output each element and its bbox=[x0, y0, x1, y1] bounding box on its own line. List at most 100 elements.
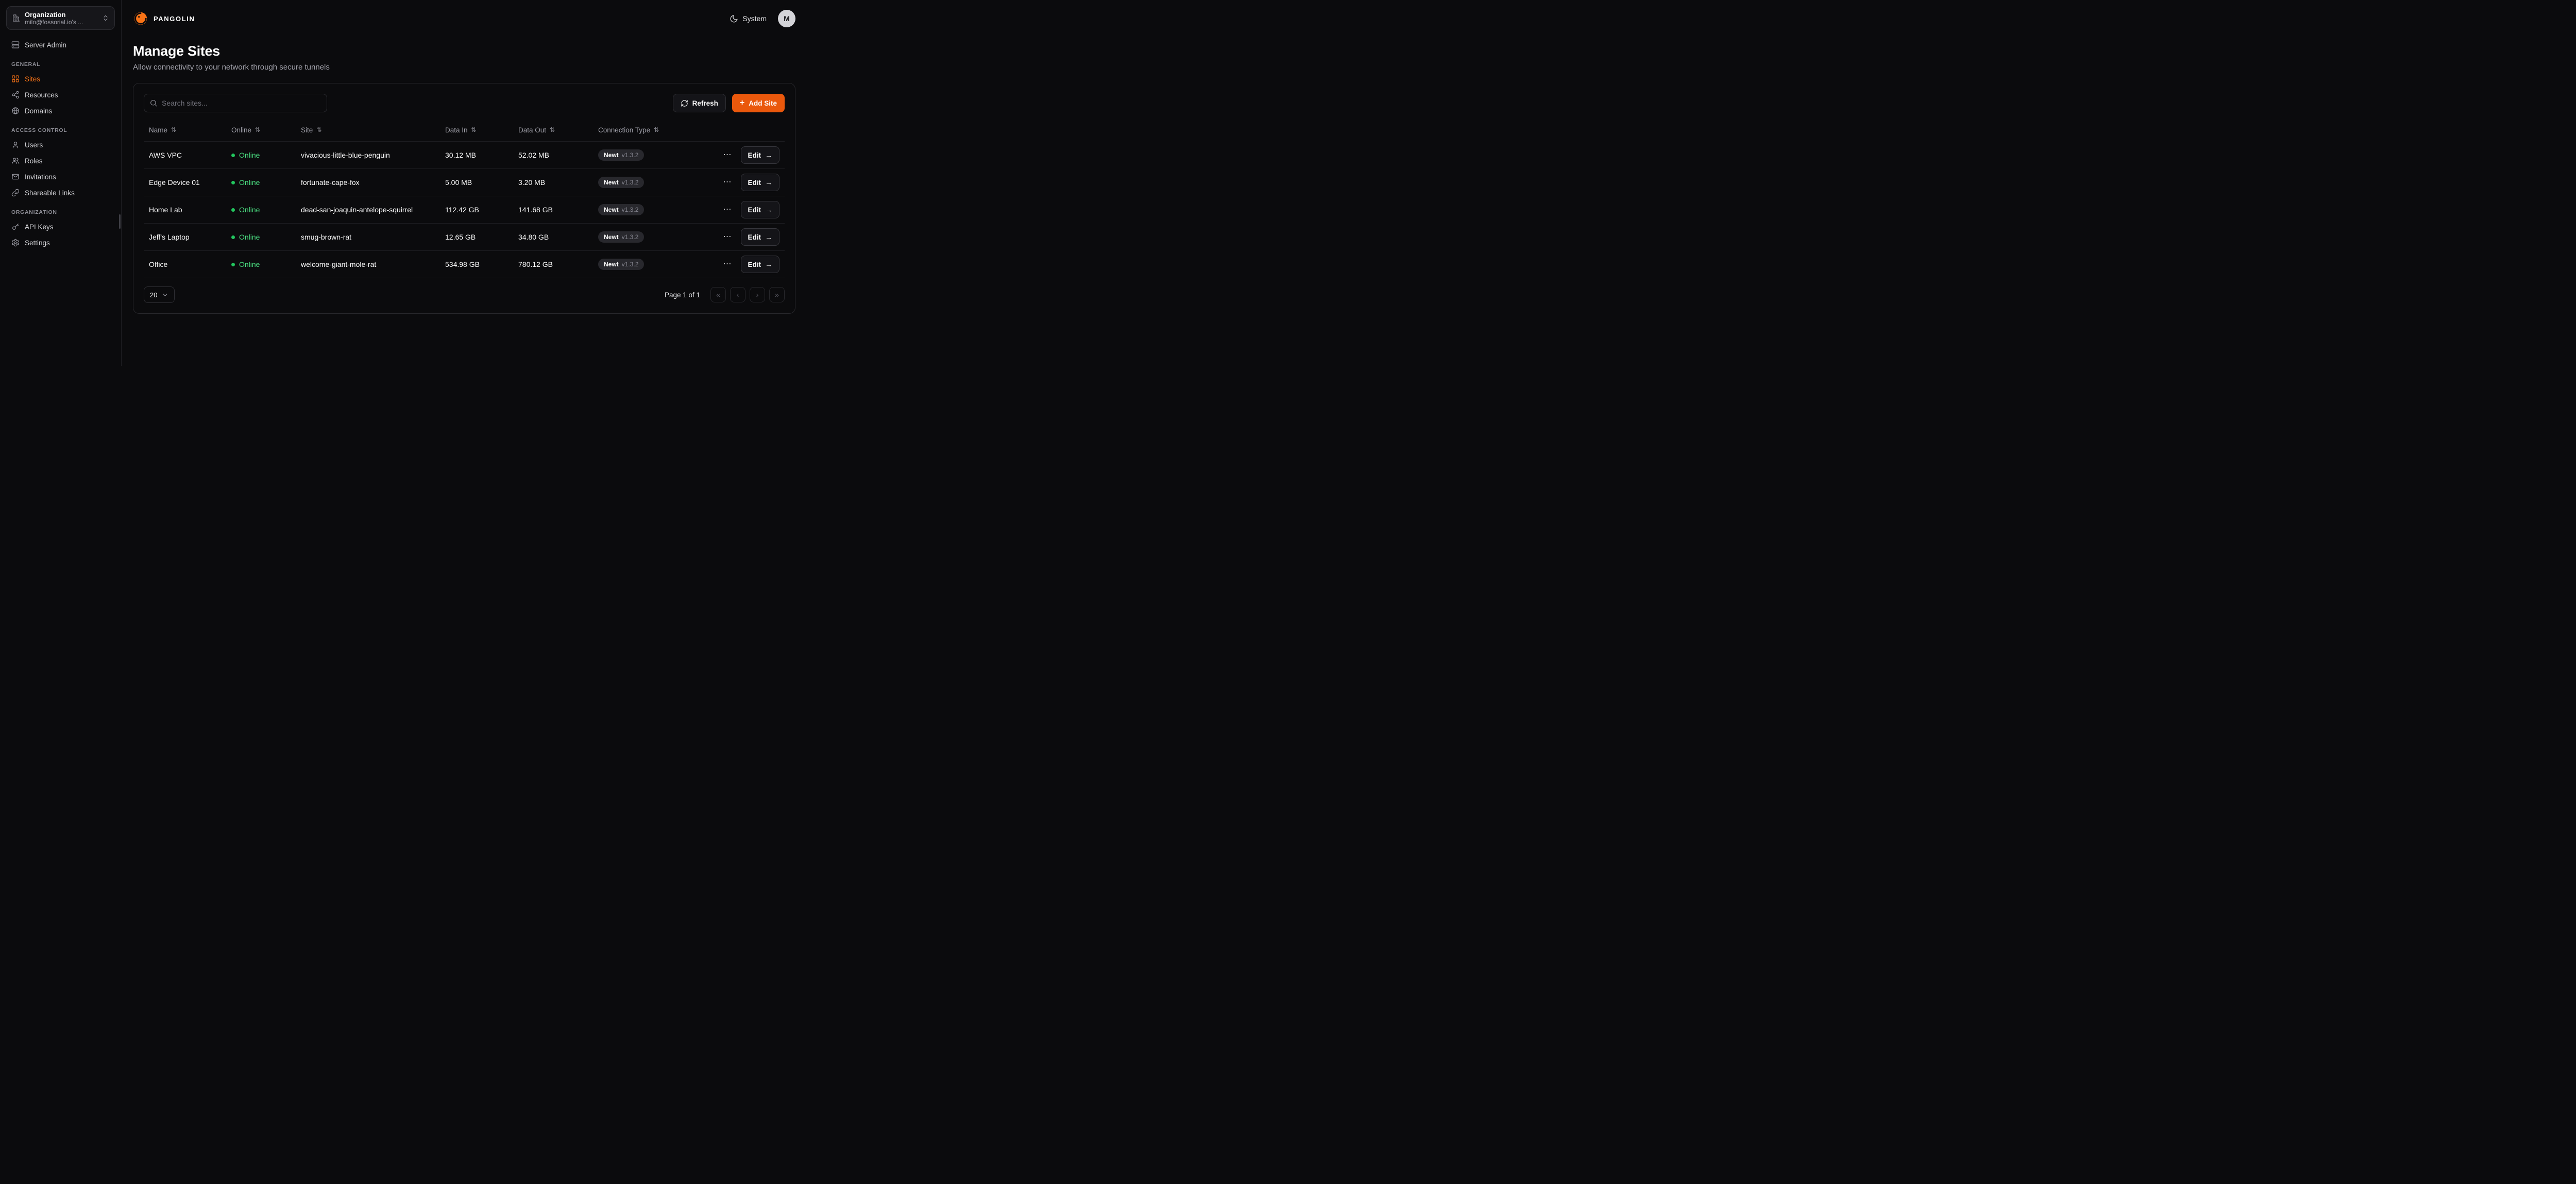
edit-label: Edit bbox=[748, 179, 761, 187]
sidebar-item-settings[interactable]: Settings bbox=[6, 235, 115, 250]
sidebar-item-invitations[interactable]: Invitations bbox=[6, 169, 115, 184]
last-page-button[interactable]: » bbox=[769, 287, 785, 302]
sidebar-item-label: Resources bbox=[25, 91, 58, 99]
row-menu-button[interactable]: ⋯ bbox=[721, 150, 734, 160]
sidebar-scrollbar[interactable] bbox=[119, 214, 121, 229]
row-menu-button[interactable]: ⋯ bbox=[721, 177, 734, 188]
connection-name: Newt bbox=[604, 233, 619, 241]
link-icon bbox=[11, 189, 20, 197]
connection-type-cell: Newt v1.3.2 bbox=[598, 204, 718, 215]
sidebar-item-label: Sites bbox=[25, 75, 40, 83]
arrow-right-icon: → bbox=[765, 260, 772, 268]
sidebar-item-users[interactable]: Users bbox=[6, 137, 115, 153]
data-in-cell: 112.42 GB bbox=[445, 206, 518, 214]
connection-version: v1.3.2 bbox=[622, 206, 639, 213]
users-icon bbox=[11, 157, 20, 165]
edit-button[interactable]: Edit → bbox=[741, 146, 780, 164]
edit-label: Edit bbox=[748, 261, 761, 268]
online-status-dot bbox=[231, 181, 235, 184]
online-status-label: Online bbox=[239, 233, 260, 241]
data-in-cell: 30.12 MB bbox=[445, 151, 518, 159]
section-label-general: GENERAL bbox=[6, 53, 115, 71]
connection-type-badge: Newt v1.3.2 bbox=[598, 204, 644, 215]
site-name-cell: Jeff's Laptop bbox=[149, 233, 231, 241]
sidebar-item-resources[interactable]: Resources bbox=[6, 87, 115, 103]
column-label: Site bbox=[301, 126, 313, 134]
page-size-value: 20 bbox=[150, 291, 157, 299]
refresh-button[interactable]: Refresh bbox=[673, 94, 726, 112]
sidebar-item-label: Users bbox=[25, 141, 43, 149]
org-text: Organization milo@fossorial.io's ... bbox=[25, 11, 97, 26]
page-subtitle: Allow connectivity to your network throu… bbox=[133, 63, 795, 72]
site-tunnel-name: vivacious-little-blue-penguin bbox=[301, 151, 445, 159]
sites-toolbar: Refresh + Add Site bbox=[144, 94, 785, 112]
toolbar-actions: Refresh + Add Site bbox=[673, 94, 785, 112]
connection-type-cell: Newt v1.3.2 bbox=[598, 231, 718, 243]
column-header-data-in[interactable]: Data In ⇅ bbox=[445, 126, 518, 134]
connection-type-cell: Newt v1.3.2 bbox=[598, 177, 718, 188]
sidebar-item-roles[interactable]: Roles bbox=[6, 153, 115, 168]
app-window: Organization milo@fossorial.io's ... Ser… bbox=[0, 0, 808, 366]
online-status: Online bbox=[231, 206, 301, 214]
topbar: PANGOLIN System M bbox=[122, 0, 808, 37]
sidebar-item-label: Settings bbox=[25, 239, 50, 247]
column-header-online[interactable]: Online ⇅ bbox=[231, 126, 301, 134]
add-site-button[interactable]: + Add Site bbox=[732, 94, 785, 112]
refresh-label: Refresh bbox=[692, 99, 718, 107]
sidebar-item-api-keys[interactable]: API Keys bbox=[6, 219, 115, 234]
first-page-button[interactable]: « bbox=[710, 287, 726, 302]
column-header-data-out[interactable]: Data Out ⇅ bbox=[518, 126, 598, 134]
sort-icon: ⇅ bbox=[255, 126, 260, 133]
building-icon bbox=[12, 14, 20, 22]
column-label: Data Out bbox=[518, 126, 546, 134]
sort-icon: ⇅ bbox=[171, 126, 176, 133]
column-header-connection-type[interactable]: Connection Type ⇅ bbox=[598, 126, 718, 134]
row-menu-button[interactable]: ⋯ bbox=[721, 205, 734, 215]
online-status-dot bbox=[231, 235, 235, 239]
online-status-dot bbox=[231, 154, 235, 157]
row-menu-button[interactable]: ⋯ bbox=[721, 232, 734, 242]
pangolin-logo bbox=[133, 11, 148, 26]
pagination-buttons: « ‹ › » bbox=[710, 287, 785, 302]
org-switcher[interactable]: Organization milo@fossorial.io's ... bbox=[6, 6, 115, 30]
row-actions: ⋯ Edit → bbox=[718, 256, 779, 273]
online-status: Online bbox=[231, 260, 301, 268]
edit-button[interactable]: Edit → bbox=[741, 174, 780, 191]
page-size-select[interactable]: 20 bbox=[144, 286, 175, 303]
row-actions: ⋯ Edit → bbox=[718, 201, 779, 218]
server-icon bbox=[11, 41, 20, 49]
prev-page-button[interactable]: ‹ bbox=[730, 287, 745, 302]
brand: PANGOLIN bbox=[133, 11, 195, 26]
sidebar-item-label: Server Admin bbox=[25, 41, 66, 49]
theme-toggle[interactable]: System bbox=[730, 14, 767, 23]
edit-label: Edit bbox=[748, 151, 761, 159]
edit-button[interactable]: Edit → bbox=[741, 256, 780, 273]
data-out-cell: 780.12 GB bbox=[518, 260, 598, 268]
sidebar-item-domains[interactable]: Domains bbox=[6, 103, 115, 119]
column-header-site[interactable]: Site ⇅ bbox=[301, 126, 445, 134]
connection-name: Newt bbox=[604, 261, 619, 268]
site-name-cell: Office bbox=[149, 260, 231, 268]
column-label: Name bbox=[149, 126, 167, 134]
edit-button[interactable]: Edit → bbox=[741, 228, 780, 246]
sort-icon: ⇅ bbox=[550, 126, 555, 133]
online-status: Online bbox=[231, 233, 301, 241]
column-label: Online bbox=[231, 126, 251, 134]
sidebar-item-sites[interactable]: Sites bbox=[6, 71, 115, 87]
edit-button[interactable]: Edit → bbox=[741, 201, 780, 218]
row-menu-button[interactable]: ⋯ bbox=[721, 259, 734, 269]
column-header-name[interactable]: Name ⇅ bbox=[149, 126, 231, 134]
online-status-dot bbox=[231, 208, 235, 212]
online-status-dot bbox=[231, 263, 235, 266]
sidebar-item-server-admin[interactable]: Server Admin bbox=[6, 37, 115, 53]
sidebar-item-shareable-links[interactable]: Shareable Links bbox=[6, 185, 115, 200]
site-name-cell: AWS VPC bbox=[149, 151, 231, 159]
online-status-label: Online bbox=[239, 151, 260, 159]
connection-type-badge: Newt v1.3.2 bbox=[598, 149, 644, 161]
data-in-cell: 5.00 MB bbox=[445, 178, 518, 187]
avatar[interactable]: M bbox=[778, 10, 795, 27]
site-tunnel-name: dead-san-joaquin-antelope-squirrel bbox=[301, 206, 445, 214]
row-actions: ⋯ Edit → bbox=[718, 174, 779, 191]
next-page-button[interactable]: › bbox=[750, 287, 765, 302]
search-input[interactable] bbox=[144, 94, 327, 112]
